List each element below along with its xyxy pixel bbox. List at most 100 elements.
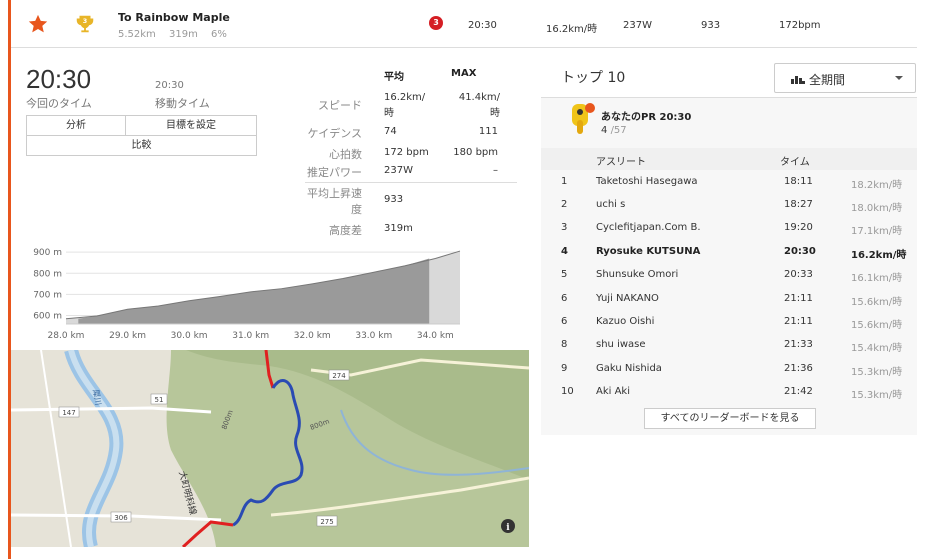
stat-heartrate-avg: 172 bpm [384,147,429,158]
table-row[interactable]: 4 Ryosuke KUTSUNA 20:30 16.2km/時 [541,240,917,263]
speed-cell: 18.0km/時 [851,203,903,214]
time-cell: 21:36 [784,363,813,374]
time-cell: 18:27 [784,199,813,210]
speed-cell: 15.6km/時 [851,297,903,308]
analysis-button[interactable]: 分析 [26,115,126,136]
route-map[interactable]: 147 51 274 306 275 800m 800m 大町明科線 犀川 i [11,350,529,547]
x-tick-label: 29.0 km [109,331,146,341]
athlete-link[interactable]: Aki Aki [596,386,630,397]
moving-time-label: 移動タイム [155,97,210,110]
set-goal-button[interactable]: 目標を設定 [125,115,257,136]
stat-label-vam: 平均上昇速度 [307,187,362,216]
table-row[interactable]: 10 Aki Aki 21:42 15.3km/時 [541,380,917,403]
athlete-link[interactable]: Yuji NAKANO [596,293,659,304]
pr-medal-icon [572,103,595,134]
pr-rank-total: /57 [610,125,627,136]
athlete-link[interactable]: Kazuo Oishi [596,316,654,327]
leaderboard-title: トップ 10 [561,70,626,86]
road-label-147: 147 [62,409,75,417]
table-row[interactable]: 2 uchi s 18:27 18.0km/時 [541,193,917,216]
time-cell: 21:11 [784,316,813,327]
y-tick-label: 900 m [33,248,62,258]
table-row[interactable]: 1 Taketoshi Hasegawa 18:11 18.2km/時 [541,170,917,193]
stat-power-avg: 237W [384,165,413,176]
table-row[interactable]: 5 Shunsuke Omori 20:33 16.1km/時 [541,263,917,286]
time-cell: 21:33 [784,339,813,350]
table-row[interactable]: 6 Yuji NAKANO 21:11 15.6km/時 [541,287,917,310]
time-cell: 19:20 [784,222,813,233]
athlete-link[interactable]: Taketoshi Hasegawa [596,176,698,187]
period-label: 全期間 [809,73,846,87]
x-tick-label: 30.0 km [171,331,208,341]
stat-label-cadence: ケイデンス [307,127,362,140]
compare-button[interactable]: 比較 [26,135,257,156]
stat-heartrate-max: 180 bpm [453,147,498,158]
time-cell: 18:11 [784,176,813,187]
moving-time: 20:30 [155,80,184,91]
table-row[interactable]: 3 Cyclefitjapan.Com B. 19:20 17.1km/時 [541,216,917,239]
speed-cell: 15.3km/時 [851,367,903,378]
speed-cell: 18.2km/時 [851,180,903,191]
pr-title: あなたのPR 20:30 [601,112,692,123]
road-label-274: 274 [332,372,346,380]
header-time: タイム [780,157,810,168]
segment-speed: 16.2km/時 [546,24,598,35]
rank-cell: 2 [561,199,568,210]
rank-cell: 9 [561,363,568,374]
rank-cell: 6 [561,316,568,327]
x-tick-label: 32.0 km [294,331,331,341]
road-label-51: 51 [155,396,164,404]
speed-cell: 15.4km/時 [851,343,903,354]
elevation-chart[interactable]: 900 m 800 m 700 m 600 m 28.0 km 29.0 km 30.0 k… [26,244,462,344]
rank-cell: 4 [561,246,568,257]
athlete-link[interactable]: shu iwase [596,339,646,350]
y-tick-label: 700 m [33,290,62,300]
athlete-link[interactable]: Gaku Nishida [596,363,662,374]
table-row[interactable]: 8 shu iwase 21:33 15.4km/時 [541,333,917,356]
road-label-275: 275 [320,518,333,526]
segment-elevation-area [78,251,430,324]
x-tick-label: 34.0 km [417,331,454,341]
athlete-link[interactable]: Shunsuke Omori [596,269,678,280]
stat-label-heartrate: 心拍数 [329,148,362,161]
stat-speed-avg: 16.2km/時 [384,92,426,119]
athlete-link[interactable]: Ryosuke KUTSUNA [596,246,700,257]
x-tick-label: 31.0 km [232,331,269,341]
period-dropdown[interactable]: 全期間 [774,63,916,93]
pr-rank-value: 4 [601,125,608,136]
stat-label-power: 推定パワー [307,166,362,179]
segment-heart-rate: 172bpm [779,20,821,31]
table-row[interactable]: 9 Gaku Nishida 21:36 15.3km/時 [541,357,917,380]
speed-cell: 15.6km/時 [851,320,903,331]
athlete-link[interactable]: uchi s [596,199,625,210]
x-tick-label: 33.0 km [355,331,392,341]
stat-label-elev-diff: 高度差 [329,224,362,237]
view-all-leaderboards-button[interactable]: すべてのリーダーボードを見る [644,408,816,429]
pr-summary [541,97,917,148]
pr-rank: 4 /57 [601,125,627,136]
speed-cell: 16.1km/時 [851,273,903,284]
chevron-down-icon [895,76,903,80]
stats-divider [305,182,517,183]
rank-cell: 1 [561,176,568,187]
segment-row[interactable]: 3 To Rainbow Maple 5.52km 319m 6% 3 20:3… [11,0,917,48]
stat-cadence-avg: 74 [384,126,397,137]
trophy-icon: 3 [76,15,94,33]
leaderboard-header: アスリート タイム [541,148,917,170]
stat-label-speed: スピード [318,99,362,112]
star-icon[interactable] [27,13,49,35]
stat-cadence-max: 111 [478,126,498,137]
segment-name-link[interactable]: To Rainbow Maple [118,11,230,24]
athlete-link[interactable]: Cyclefitjapan.Com B. [596,222,701,233]
segment-elevation: 319m [169,29,198,40]
segment-vam: 933 [701,20,721,31]
segment-distance: 5.52km [118,29,156,40]
elapsed-time-label: 今回のタイム [26,97,92,110]
stat-elev-diff-avg: 319m [384,223,413,234]
rank-cell: 6 [561,293,568,304]
segment-power: 237W [623,20,652,31]
road-label-306: 306 [114,514,128,522]
header-athlete: アスリート [596,157,646,168]
stat-vam-avg: 933 [384,194,404,205]
table-row[interactable]: 6 Kazuo Oishi 21:11 15.6km/時 [541,310,917,333]
